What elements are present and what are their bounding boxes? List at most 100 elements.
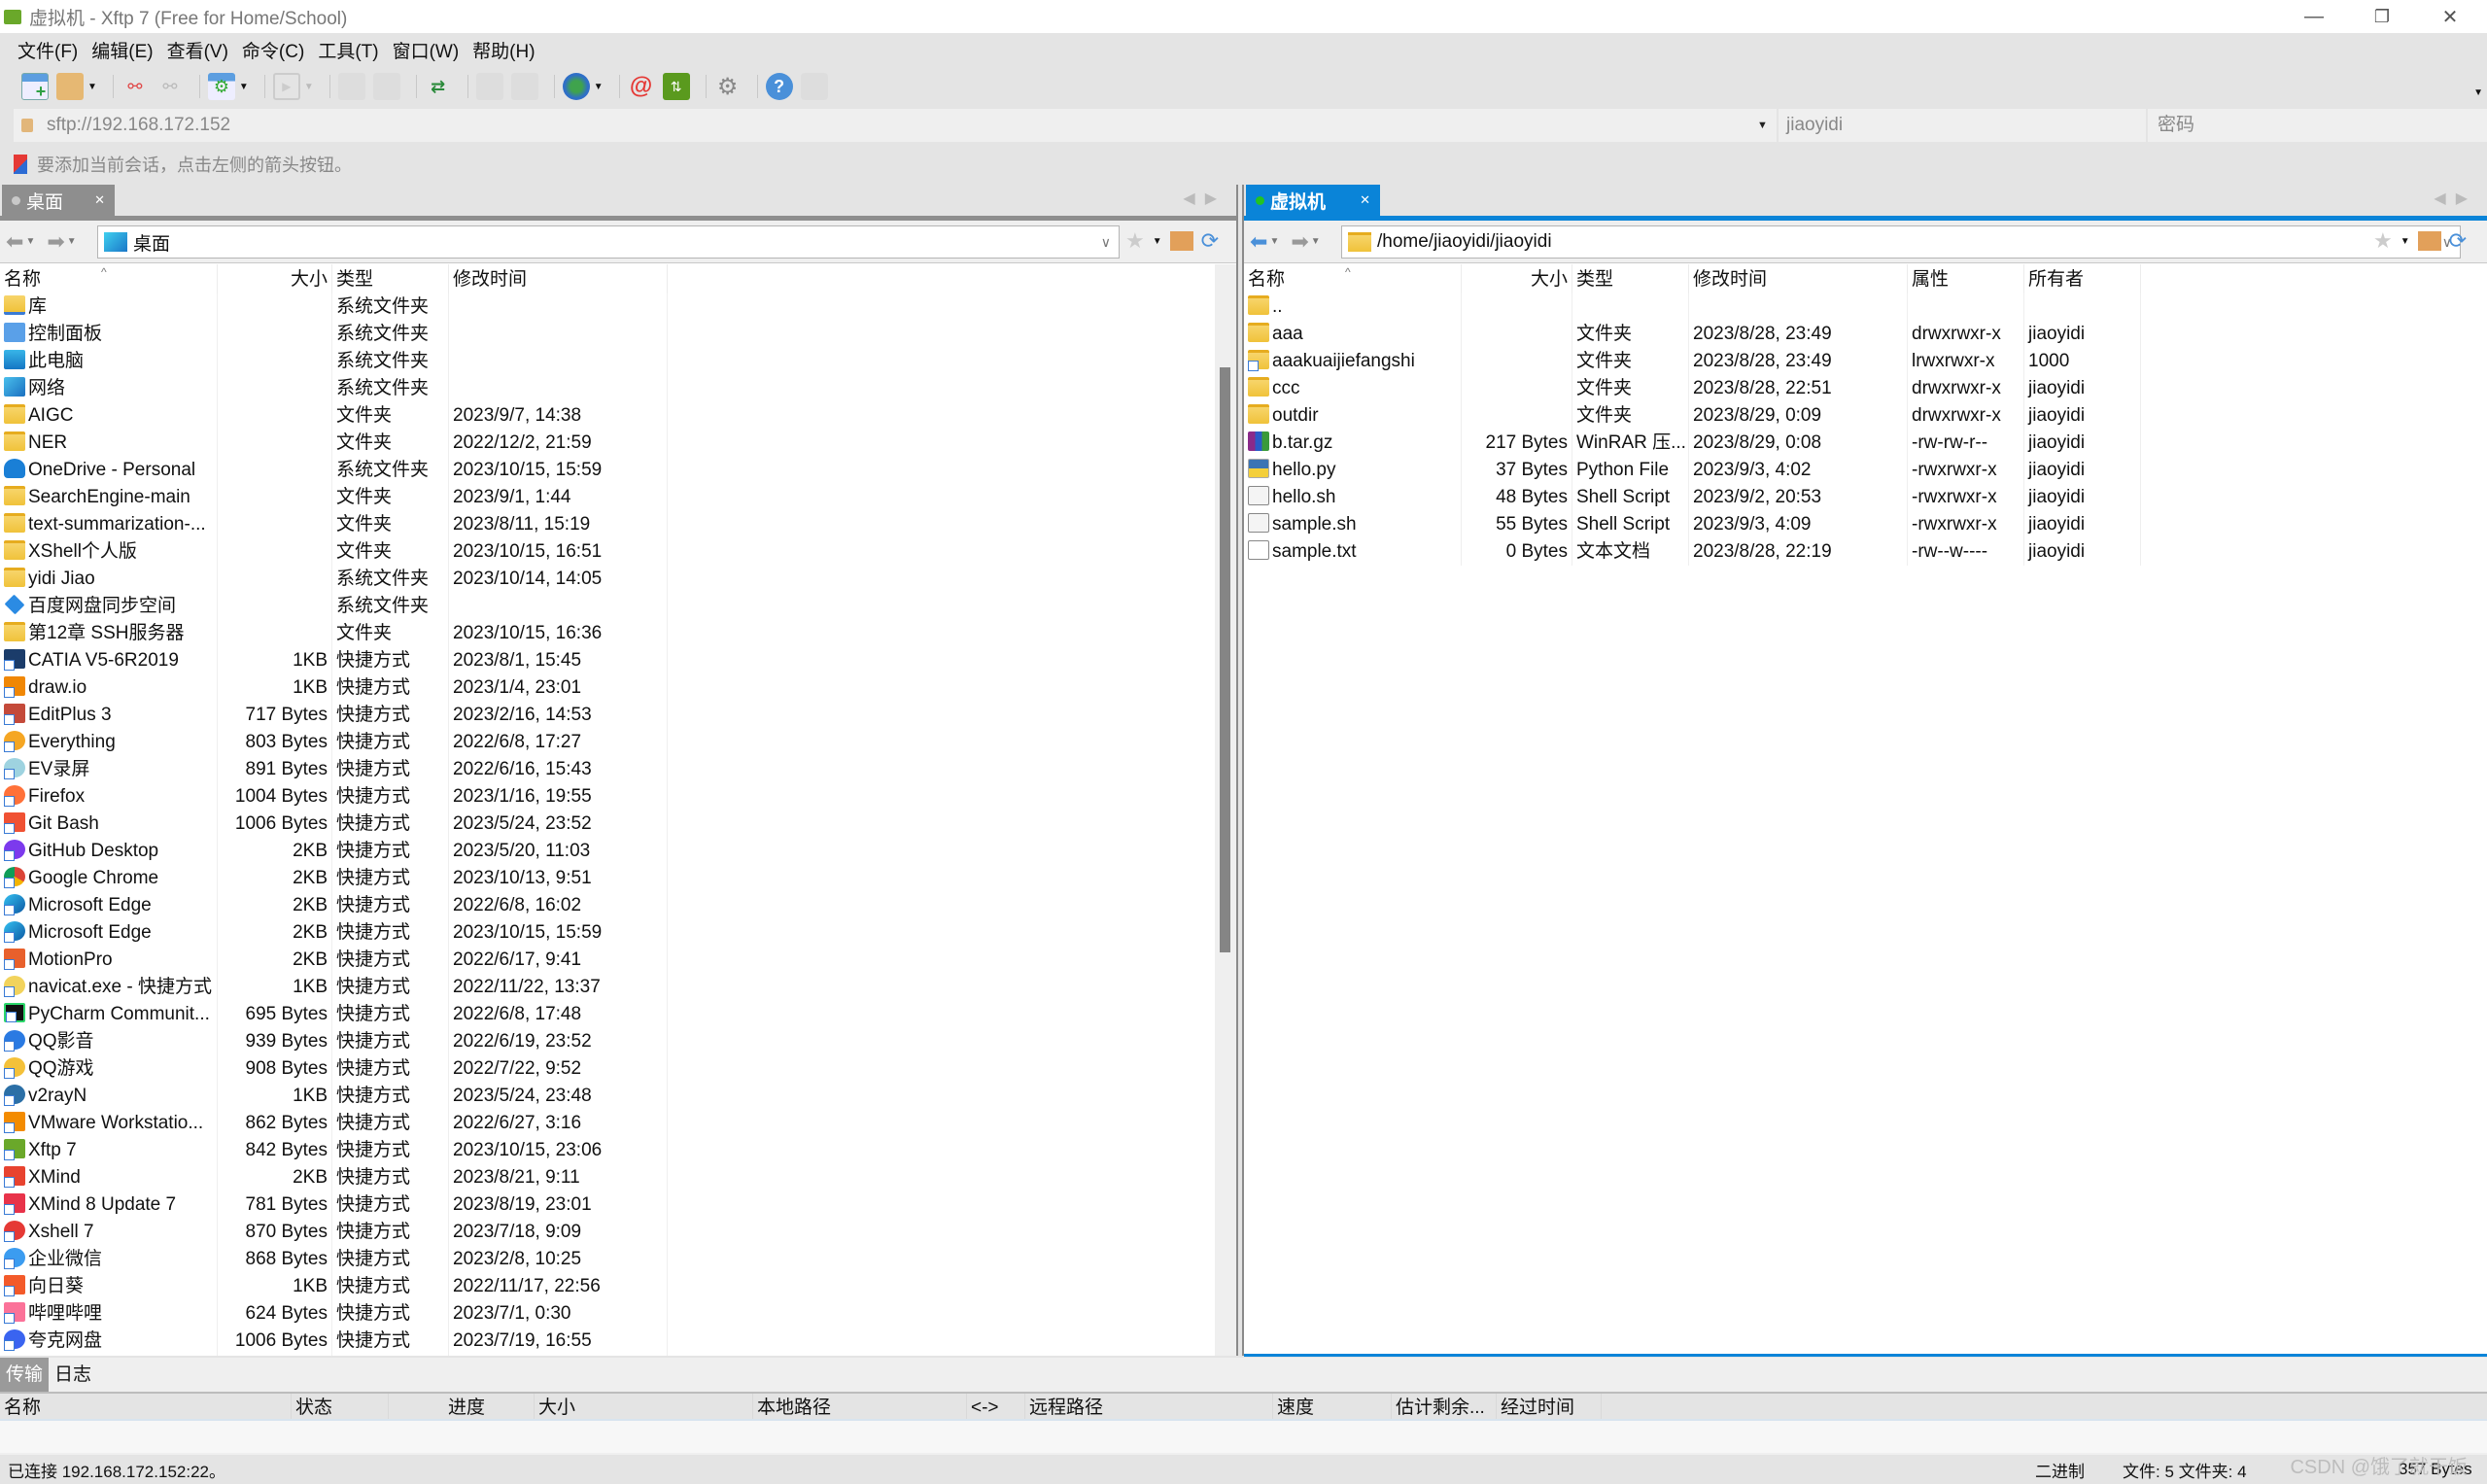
file-row[interactable]: NER 文件夹 2022/12/2, 21:59: [0, 430, 1215, 457]
file-row[interactable]: 此电脑 系统文件夹: [0, 348, 1215, 375]
open-folder-icon[interactable]: [56, 73, 84, 100]
file-row[interactable]: EV录屏 891 Bytes 快捷方式 2022/6/16, 15:43: [0, 756, 1215, 783]
bookmark-dropdown-icon[interactable]: ▼: [1153, 236, 1162, 247]
close-tab-icon[interactable]: ✕: [1360, 192, 1370, 208]
menu-tools[interactable]: 工具(T): [318, 37, 378, 63]
col-speed[interactable]: 速度: [1273, 1394, 1392, 1419]
file-row[interactable]: outdir 文件夹 2023/8/29, 0:09 drwxrwxr-x jiaoyi…: [1244, 402, 2487, 430]
terminal-dropdown-icon[interactable]: ▼: [304, 82, 314, 92]
close-button[interactable]: ✕: [2416, 0, 2484, 33]
copy-left-icon[interactable]: [337, 73, 365, 100]
minimize-button[interactable]: —: [2280, 0, 2348, 33]
file-row[interactable]: 哔哩哔哩 624 Bytes 快捷方式 2023/7/1, 0:30: [0, 1300, 1215, 1328]
file-row[interactable]: text-summarization-... 文件夹 2023/8/11, 15:1…: [0, 511, 1215, 538]
file-row[interactable]: sample.sh 55 Bytes Shell Script 2023/9/3, 4…: [1244, 511, 2487, 538]
back-icon[interactable]: ⬅: [6, 229, 23, 255]
path-dropdown-icon[interactable]: ∨: [1101, 234, 1111, 251]
col-size[interactable]: 大小: [535, 1394, 753, 1419]
forward-dropdown-icon[interactable]: ▼: [67, 236, 77, 247]
tab-remote-vm[interactable]: 虚拟机 ✕: [1246, 185, 1380, 216]
col-type[interactable]: 类型: [332, 264, 449, 293]
host-dropdown-icon[interactable]: ▼: [1757, 120, 1777, 131]
bookmark-star-icon[interactable]: ★: [2373, 228, 2393, 254]
forward-icon[interactable]: ➡: [47, 229, 64, 255]
file-row[interactable]: 向日葵 1KB 快捷方式 2022/11/17, 22:56: [0, 1273, 1215, 1300]
col-name[interactable]: 名称: [0, 1394, 292, 1419]
col-size[interactable]: 大小: [1462, 264, 1572, 293]
file-row[interactable]: 蒂有1KB快捷方式2023/9/3, 14:38: [0, 1355, 1215, 1356]
toolbar-overflow-icon[interactable]: ▼: [2473, 87, 2483, 98]
tab-scroll-arrows[interactable]: ◀▶: [2434, 189, 2477, 208]
col-type[interactable]: 类型: [1572, 264, 1689, 293]
new-session-icon[interactable]: +: [21, 73, 49, 101]
file-row[interactable]: Microsoft Edge 2KB 快捷方式 2023/10/15, 15:59: [0, 919, 1215, 947]
scrollbar-thumb[interactable]: [1220, 367, 1230, 952]
col-direction[interactable]: <->: [967, 1394, 1025, 1419]
file-row[interactable]: 控制面板 系统文件夹: [0, 321, 1215, 348]
properties-dropdown-icon[interactable]: ▼: [239, 82, 249, 92]
session-properties-icon[interactable]: ⚙: [207, 73, 235, 100]
settings-icon[interactable]: ⚙: [714, 73, 742, 100]
bookmark-flag-icon[interactable]: [14, 155, 27, 174]
col-elapsed[interactable]: 经过时间: [1497, 1394, 1602, 1419]
open-dropdown-icon[interactable]: ▼: [87, 82, 97, 92]
help-icon[interactable]: ?: [765, 73, 793, 100]
terminal-icon[interactable]: ▶: [272, 73, 300, 100]
back-icon[interactable]: ⬅: [1250, 229, 1267, 255]
file-row[interactable]: 第12章 SSH服务器 文件夹 2023/10/15, 16:36: [0, 620, 1215, 647]
menu-command[interactable]: 命令(C): [242, 37, 304, 63]
file-row[interactable]: draw.io 1KB 快捷方式 2023/1/4, 23:01: [0, 674, 1215, 702]
bookmark-star-icon[interactable]: ★: [1125, 228, 1145, 254]
username-input[interactable]: jiaoyidi: [1777, 109, 2146, 142]
file-row[interactable]: navicat.exe - 快捷方式 1KB 快捷方式 2022/11/22, 13:…: [0, 974, 1215, 1001]
file-row[interactable]: MotionPro 2KB 快捷方式 2022/6/17, 9:41: [0, 947, 1215, 974]
file-row[interactable]: 企业微信 868 Bytes 快捷方式 2023/2/8, 10:25: [0, 1246, 1215, 1273]
disconnect-icon[interactable]: ⚯: [121, 73, 149, 100]
file-row[interactable]: v2rayN 1KB 快捷方式 2023/5/24, 23:48: [0, 1083, 1215, 1110]
col-owner[interactable]: 所有者: [2024, 264, 2141, 293]
file-row[interactable]: b.tar.gz 217 Bytes WinRAR 压... 2023/8/29, 0…: [1244, 430, 2487, 457]
tab-local-desktop[interactable]: 桌面 ✕: [2, 185, 115, 216]
paste-icon[interactable]: [475, 73, 503, 100]
file-row[interactable]: ..: [1244, 293, 2487, 321]
xshell-icon[interactable]: @: [628, 73, 655, 100]
col-size[interactable]: 大小: [218, 264, 332, 293]
file-row[interactable]: yidi Jiao 系统文件夹 2023/10/14, 14:05: [0, 566, 1215, 593]
sync-icon[interactable]: ⇄: [425, 73, 452, 100]
file-row[interactable]: SearchEngine-main 文件夹 2023/9/1, 1:44: [0, 484, 1215, 511]
file-row[interactable]: XMind 2KB 快捷方式 2023/8/21, 9:11: [0, 1164, 1215, 1191]
file-row[interactable]: QQ影音 939 Bytes 快捷方式 2022/6/19, 23:52: [0, 1028, 1215, 1055]
tab-scroll-arrows[interactable]: ◀▶: [1183, 189, 1226, 208]
file-row[interactable]: Everything 803 Bytes 快捷方式 2022/6/8, 17:27: [0, 729, 1215, 756]
menu-file[interactable]: 文件(F): [17, 37, 78, 63]
file-row[interactable]: GitHub Desktop 2KB 快捷方式 2023/5/20, 11:03: [0, 838, 1215, 865]
file-row[interactable]: QQ游戏 908 Bytes 快捷方式 2022/7/22, 9:52: [0, 1055, 1215, 1083]
file-row[interactable]: Xshell 7 870 Bytes 快捷方式 2023/7/18, 9:09: [0, 1219, 1215, 1246]
col-modified[interactable]: 修改时间: [1689, 264, 1908, 293]
forward-dropdown-icon[interactable]: ▼: [1311, 236, 1321, 247]
file-row[interactable]: XShell个人版 文件夹 2023/10/15, 16:51: [0, 538, 1215, 566]
file-row[interactable]: hello.py 37 Bytes Python File 2023/9/3, 4:0…: [1244, 457, 2487, 484]
local-path-input[interactable]: 桌面 ∨: [97, 225, 1120, 259]
file-row[interactable]: EditPlus 3 717 Bytes 快捷方式 2023/2/16, 14:53: [0, 702, 1215, 729]
menu-edit[interactable]: 编辑(E): [91, 37, 153, 63]
copy-right-icon[interactable]: [372, 73, 400, 100]
bookmark-dropdown-icon[interactable]: ▼: [2401, 236, 2410, 247]
file-row[interactable]: Git Bash 1006 Bytes 快捷方式 2023/5/24, 23:52: [0, 811, 1215, 838]
file-row[interactable]: CATIA V5-6R2019 1KB 快捷方式 2023/8/1, 15:45: [0, 647, 1215, 674]
forward-icon[interactable]: ➡: [1291, 229, 1308, 255]
back-dropdown-icon[interactable]: ▼: [1269, 236, 1279, 247]
file-row[interactable]: Firefox 1004 Bytes 快捷方式 2023/1/16, 19:55: [0, 783, 1215, 811]
tab-log[interactable]: 日志: [49, 1358, 97, 1392]
file-row[interactable]: AIGC 文件夹 2023/9/7, 14:38: [0, 402, 1215, 430]
close-tab-icon[interactable]: ✕: [94, 192, 105, 208]
panel-splitter[interactable]: [1236, 185, 1244, 1356]
globe-dropdown-icon[interactable]: ▼: [594, 82, 604, 92]
paste2-icon[interactable]: [510, 73, 538, 100]
file-row[interactable]: sample.txt 0 Bytes 文本文档 2023/8/28, 22:19 -rw…: [1244, 538, 2487, 566]
col-eta[interactable]: 估计剩余...: [1392, 1394, 1497, 1419]
file-row[interactable]: 夸克网盘 1006 Bytes 快捷方式 2023/7/19, 16:55: [0, 1328, 1215, 1355]
menu-view[interactable]: 查看(V): [167, 37, 228, 63]
col-remote-path[interactable]: 远程路径: [1025, 1394, 1273, 1419]
menu-window[interactable]: 窗口(W): [393, 37, 460, 63]
